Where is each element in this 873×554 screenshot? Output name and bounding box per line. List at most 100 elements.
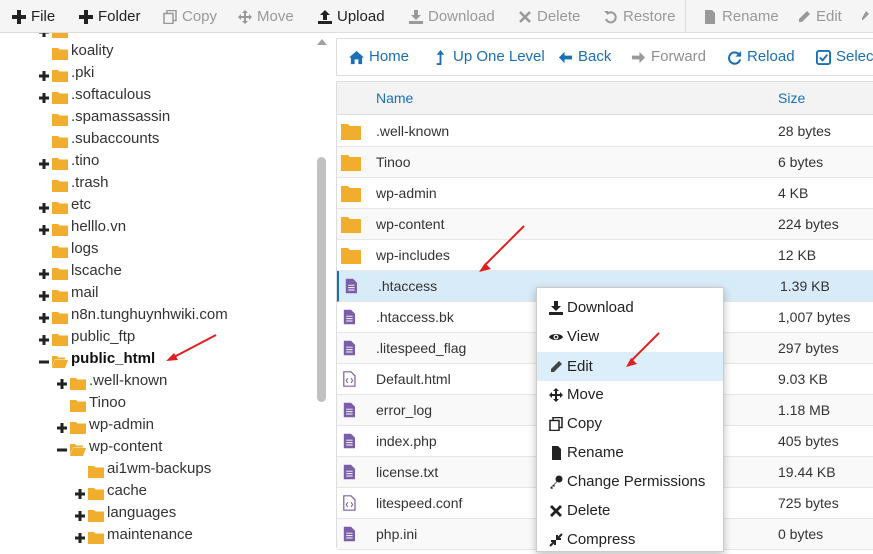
expand-plus-icon[interactable] bbox=[38, 89, 50, 103]
tree-item[interactable]: .well-known bbox=[56, 370, 167, 392]
download-button[interactable]: Download bbox=[409, 0, 495, 33]
folder-icon bbox=[341, 155, 361, 171]
tree-item[interactable]: .subaccounts bbox=[38, 128, 159, 150]
table-row[interactable]: Tinoo 6 bytes bbox=[337, 147, 873, 178]
copy-button[interactable]: Copy bbox=[163, 0, 217, 33]
tree-item[interactable]: n8n.tunghuynhwiki.com bbox=[38, 304, 228, 326]
file-name: Tinoo bbox=[376, 154, 411, 170]
tree-item[interactable]: Tinoo bbox=[56, 392, 126, 414]
expand-plus-icon[interactable] bbox=[74, 485, 86, 499]
table-row[interactable]: wp-admin 4 KB bbox=[337, 178, 873, 209]
expand-plus-icon[interactable] bbox=[38, 309, 50, 323]
expand-plus-icon[interactable] bbox=[74, 529, 86, 543]
tree-item[interactable]: languages bbox=[74, 502, 176, 524]
delete-button[interactable]: Delete bbox=[518, 0, 580, 33]
tree-item[interactable]: .pki bbox=[38, 62, 94, 84]
table-row[interactable]: wp-content 224 bytes bbox=[337, 209, 873, 240]
menu-item-move[interactable]: Move bbox=[537, 380, 723, 409]
tree-item[interactable]: lscache bbox=[38, 260, 122, 282]
expand-plus-icon[interactable] bbox=[38, 287, 50, 301]
tree-item[interactable]: logs bbox=[38, 238, 99, 260]
expand-plus-icon[interactable] bbox=[74, 507, 86, 521]
tree-item-label: languages bbox=[107, 504, 177, 521]
copy-icon bbox=[163, 9, 177, 24]
expand-plus-icon[interactable] bbox=[38, 199, 50, 213]
refresh-icon bbox=[728, 50, 742, 65]
tree-item[interactable]: koality bbox=[38, 40, 114, 62]
home-button[interactable]: Home bbox=[349, 39, 409, 75]
restore-button[interactable]: Restore bbox=[604, 0, 676, 33]
file-name: .htaccess bbox=[378, 278, 438, 294]
menu-item-copy[interactable]: Copy bbox=[537, 409, 723, 438]
table-row[interactable]: wp-includes 12 KB bbox=[337, 240, 873, 271]
download-icon bbox=[409, 9, 423, 24]
expand-plus-icon[interactable] bbox=[38, 155, 50, 169]
tree-item-label: .tino bbox=[71, 152, 100, 169]
tree-item[interactable]: .tino bbox=[38, 150, 99, 172]
expand-plus-icon[interactable] bbox=[38, 221, 50, 235]
file-size: 28 bytes bbox=[778, 123, 831, 139]
column-header-name[interactable]: Name bbox=[376, 82, 413, 115]
back-button[interactable]: Back bbox=[558, 39, 611, 75]
tree-item[interactable]: mail bbox=[38, 282, 99, 304]
reload-button[interactable]: Reload bbox=[727, 39, 795, 75]
tree-item-label: n8n.tunghuynhwiki.com bbox=[71, 306, 228, 323]
new-file-button[interactable]: File bbox=[12, 0, 55, 33]
collapse-minus-icon[interactable] bbox=[38, 353, 50, 365]
expand-plus-icon[interactable] bbox=[38, 331, 50, 345]
tree-item[interactable]: wp-admin bbox=[56, 414, 154, 436]
folder-icon bbox=[52, 89, 68, 104]
folder-icon bbox=[52, 309, 68, 324]
table-row[interactable]: .well-known 28 bytes bbox=[337, 116, 873, 147]
folder-open-icon bbox=[70, 441, 86, 456]
tree-item[interactable]: maintenance bbox=[74, 524, 193, 546]
expand-plus-icon[interactable] bbox=[38, 265, 50, 279]
menu-item-delete[interactable]: Delete bbox=[537, 496, 723, 525]
tree-item[interactable]: etc bbox=[38, 194, 91, 216]
tree-item[interactable]: .softaculous bbox=[38, 84, 151, 106]
forward-button[interactable]: Forward bbox=[631, 39, 706, 75]
tree-item[interactable]: cache bbox=[74, 480, 147, 502]
scroll-up-arrow-icon[interactable] bbox=[317, 38, 327, 46]
up-one-level-button[interactable]: Up One Level bbox=[433, 39, 545, 75]
move-button[interactable]: Move bbox=[238, 0, 294, 33]
expand-plus-icon[interactable] bbox=[38, 67, 50, 81]
folder-icon bbox=[341, 248, 361, 264]
tree-item[interactable]: .trash bbox=[38, 172, 109, 194]
plus-icon bbox=[12, 9, 26, 24]
menu-item-rename[interactable]: Rename bbox=[537, 438, 723, 467]
more-tool-icon[interactable] bbox=[862, 0, 873, 33]
tree-item[interactable]: public_html bbox=[38, 348, 155, 370]
select-all-button[interactable]: Select bbox=[816, 39, 873, 75]
tree-item[interactable]: public_ftp bbox=[38, 326, 135, 348]
file-size: 1,007 bytes bbox=[778, 309, 851, 325]
annotation-arrow-htaccess bbox=[479, 225, 525, 272]
upload-button[interactable]: Upload bbox=[318, 0, 385, 33]
rename-button[interactable]: Rename bbox=[703, 0, 779, 33]
tree-scrollbar-thumb[interactable] bbox=[317, 157, 326, 402]
menu-item-change-permissions[interactable]: Change Permissions bbox=[537, 467, 723, 496]
tree-item[interactable]: helllo.vn bbox=[38, 216, 126, 238]
tree-item-label: cache bbox=[107, 482, 148, 499]
expand-plus-icon[interactable] bbox=[56, 375, 68, 389]
collapse-minus-icon[interactable] bbox=[56, 441, 68, 453]
tree-item[interactable]: ai1wm-backups bbox=[74, 458, 211, 480]
tree-item[interactable]: .spamassassin bbox=[38, 106, 170, 128]
file-size: 6 bytes bbox=[778, 154, 824, 170]
expand-plus-icon[interactable] bbox=[56, 419, 68, 433]
context-menu: Download View Edit Move Copy Rename Chan… bbox=[536, 287, 724, 552]
new-folder-button[interactable]: Folder bbox=[79, 0, 141, 33]
plus-icon bbox=[79, 9, 93, 24]
toolbar-divider bbox=[685, 0, 686, 33]
menu-item-compress[interactable]: Compress bbox=[537, 525, 723, 554]
edit-button[interactable]: Edit bbox=[797, 0, 842, 33]
tree-item-label: .trash bbox=[71, 174, 109, 191]
menu-item-download[interactable]: Download bbox=[537, 293, 723, 322]
folder-icon bbox=[88, 507, 104, 522]
navigation-bar: Home Up One Level Back Forward Reload Se… bbox=[336, 38, 873, 76]
expand-plus-icon bbox=[38, 33, 50, 37]
tree-item[interactable]: wp-content bbox=[56, 436, 162, 458]
column-header-size[interactable]: Size bbox=[778, 82, 805, 115]
